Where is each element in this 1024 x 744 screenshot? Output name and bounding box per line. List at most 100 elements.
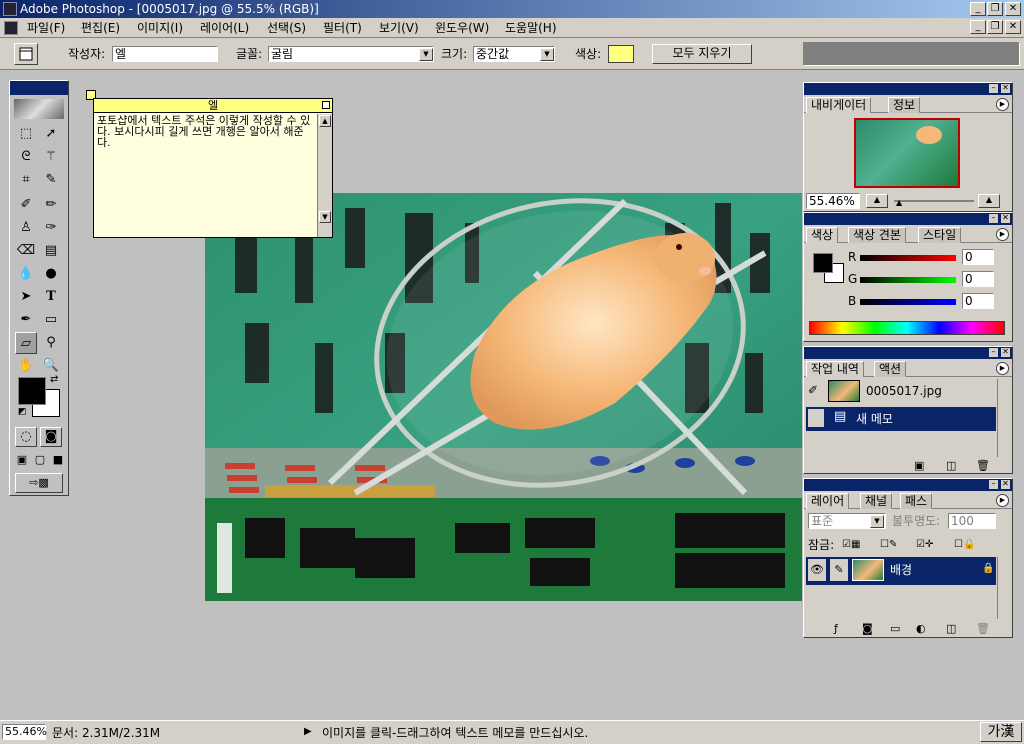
status-zoom-input[interactable]: 55.46% <box>2 724 47 740</box>
healing-brush-tool-icon[interactable]: ✐ <box>15 194 37 216</box>
trash-icon[interactable]: 🗑 <box>976 459 990 472</box>
chevron-down-icon[interactable]: ▼ <box>540 48 554 61</box>
full-screen-menu-icon[interactable]: ▢ <box>31 451 49 469</box>
lock-position-icon[interactable]: ☑✛ <box>916 539 933 550</box>
document-icon[interactable] <box>4 21 18 35</box>
note-color-swatch[interactable] <box>608 45 634 63</box>
menu-select[interactable]: 선택(S) <box>264 20 309 36</box>
history-brush-tool-icon[interactable]: ✑ <box>40 217 62 239</box>
panel-minimize-icon[interactable]: – <box>989 84 998 93</box>
panel-close-icon[interactable]: ✕ <box>1001 480 1010 489</box>
panel-minimize-icon[interactable]: – <box>989 480 998 489</box>
delete-layer-icon[interactable]: 🗑 <box>976 622 990 635</box>
marquee-tool-icon[interactable]: ⬚ <box>15 123 37 145</box>
layer-style-icon[interactable]: ƒ <box>834 622 838 635</box>
note-close-icon[interactable] <box>322 101 330 109</box>
hand-tool-icon[interactable]: ✋ <box>15 355 37 377</box>
close-icon[interactable]: ✕ <box>1005 2 1021 16</box>
b-input[interactable]: 0 <box>962 293 994 309</box>
add-mask-icon[interactable]: ◙ <box>862 622 873 635</box>
scroll-down-icon[interactable]: ▼ <box>319 211 331 223</box>
tab-swatches[interactable]: 색상 견본 <box>848 227 906 243</box>
layer-brush-icon[interactable]: ✎ <box>830 559 848 581</box>
blur-tool-icon[interactable]: 💧 <box>15 263 37 285</box>
history-state-row[interactable]: ▤ 새 메모 <box>806 407 996 431</box>
rectangle-tool-icon[interactable]: ▭ <box>40 309 62 331</box>
menu-edit[interactable]: 편집(E) <box>78 20 123 36</box>
menu-layer[interactable]: 레이어(L) <box>197 20 252 36</box>
status-menu-arrow-icon[interactable]: ▶ <box>304 726 312 737</box>
panel-close-icon[interactable]: ✕ <box>1001 348 1010 357</box>
lasso-tool-icon[interactable]: ᘓ <box>15 146 37 168</box>
standard-mode-icon[interactable]: ◌ <box>15 427 37 447</box>
panel-menu-icon[interactable]: ▶ <box>996 228 1009 241</box>
navigator-thumbnail[interactable] <box>854 118 960 188</box>
clone-stamp-tool-icon[interactable]: ♙ <box>15 217 37 239</box>
notes-tool-icon[interactable]: ▱ <box>15 332 37 354</box>
navigator-zoom-input[interactable]: 55.46% <box>806 193 860 209</box>
history-brush-slot[interactable] <box>808 409 824 427</box>
menu-image[interactable]: 이미지(I) <box>134 20 186 36</box>
panel-menu-icon[interactable]: ▶ <box>996 362 1009 375</box>
tab-info[interactable]: 정보 <box>888 97 921 113</box>
font-select[interactable]: 굴림 <box>268 46 434 62</box>
history-brush-source-icon[interactable]: ✐ <box>808 383 818 397</box>
r-input[interactable]: 0 <box>962 249 994 265</box>
menu-filter[interactable]: 필터(T) <box>320 20 365 36</box>
g-input[interactable]: 0 <box>962 271 994 287</box>
panel-close-icon[interactable]: ✕ <box>1001 84 1010 93</box>
dodge-tool-icon[interactable]: ● <box>40 263 62 285</box>
panel-minimize-icon[interactable]: – <box>989 348 998 357</box>
panel-close-icon[interactable]: ✕ <box>1001 214 1010 223</box>
status-doc-size[interactable]: 문서: 2.31M/2.31M <box>52 725 160 741</box>
tab-paths[interactable]: 패스 <box>900 493 933 509</box>
gradient-tool-icon[interactable]: ▤ <box>40 240 62 262</box>
new-snapshot-icon[interactable]: ◫ <box>946 459 956 472</box>
path-selection-tool-icon[interactable]: ➤ <box>15 286 37 308</box>
eraser-tool-icon[interactable]: ⌫ <box>15 240 37 262</box>
author-input[interactable]: 엘 <box>112 46 218 62</box>
new-layer-set-icon[interactable]: ▭ <box>890 622 900 635</box>
full-screen-icon[interactable]: ■ <box>49 451 67 469</box>
jump-to-imageready-icon[interactable]: ⇨▩ <box>15 473 63 493</box>
zoom-slider-thumb-icon[interactable]: ▲ <box>896 198 902 207</box>
tab-history[interactable]: 작업 내역 <box>806 361 864 377</box>
chevron-down-icon[interactable]: ▼ <box>419 48 433 61</box>
lock-image-icon[interactable]: ☐✎ <box>880 539 897 550</box>
zoom-in-icon[interactable]: ▲ <box>978 194 1000 208</box>
menu-window[interactable]: 윈도우(W) <box>432 20 492 36</box>
minimize-icon[interactable]: _ <box>970 2 986 16</box>
zoom-out-icon[interactable]: ▲ <box>866 194 888 208</box>
brush-tool-icon[interactable]: ✏ <box>40 194 62 216</box>
swap-colors-icon[interactable]: ⇄ <box>50 374 58 385</box>
tab-styles[interactable]: 스타일 <box>918 227 962 243</box>
lock-all-icon[interactable]: ☐🔒 <box>954 539 975 550</box>
note-text[interactable]: 포토샵에서 텍스트 주석은 이렇게 작성할 수 있다. 보시다시피 길게 쓰면 … <box>97 115 315 148</box>
panel-menu-icon[interactable]: ▶ <box>996 98 1009 111</box>
menu-view[interactable]: 보기(V) <box>376 20 422 36</box>
adobe-online-icon[interactable] <box>14 99 64 119</box>
opacity-input[interactable]: 100 <box>948 513 996 529</box>
chevron-down-icon[interactable]: ▼ <box>870 515 884 528</box>
history-snapshot-row[interactable]: ✐ 0005017.jpg <box>806 379 996 405</box>
new-layer-icon[interactable]: ◫ <box>946 622 956 635</box>
g-slider[interactable] <box>860 277 956 283</box>
panel-menu-icon[interactable]: ▶ <box>996 494 1009 507</box>
layer-visibility-eye-icon[interactable]: 👁 <box>808 559 826 581</box>
doc-minimize-icon[interactable]: _ <box>970 20 986 34</box>
tab-layers[interactable]: 레이어 <box>806 493 850 509</box>
color-ramp[interactable] <box>809 321 1005 335</box>
notes-tool-preset-icon[interactable] <box>14 43 38 65</box>
type-tool-icon[interactable]: T <box>40 286 62 308</box>
text-note[interactable]: 엘 포토샵에서 텍스트 주석은 이렇게 작성할 수 있다. 보시다시피 길게 쓰… <box>93 98 333 238</box>
doc-close-icon[interactable]: ✕ <box>1005 20 1021 34</box>
hamster-wheel-photo[interactable] <box>205 193 802 601</box>
magic-wand-tool-icon[interactable]: ⚚ <box>40 146 62 168</box>
document-canvas[interactable] <box>205 193 802 601</box>
new-document-from-state-icon[interactable]: ▣ <box>914 459 924 472</box>
move-tool-icon[interactable]: ➚ <box>40 123 62 145</box>
eyedropper-tool-icon[interactable]: ⚲ <box>40 332 62 354</box>
b-slider[interactable] <box>860 299 956 305</box>
scroll-up-icon[interactable]: ▲ <box>319 115 331 127</box>
note-header[interactable]: 엘 <box>94 99 332 113</box>
